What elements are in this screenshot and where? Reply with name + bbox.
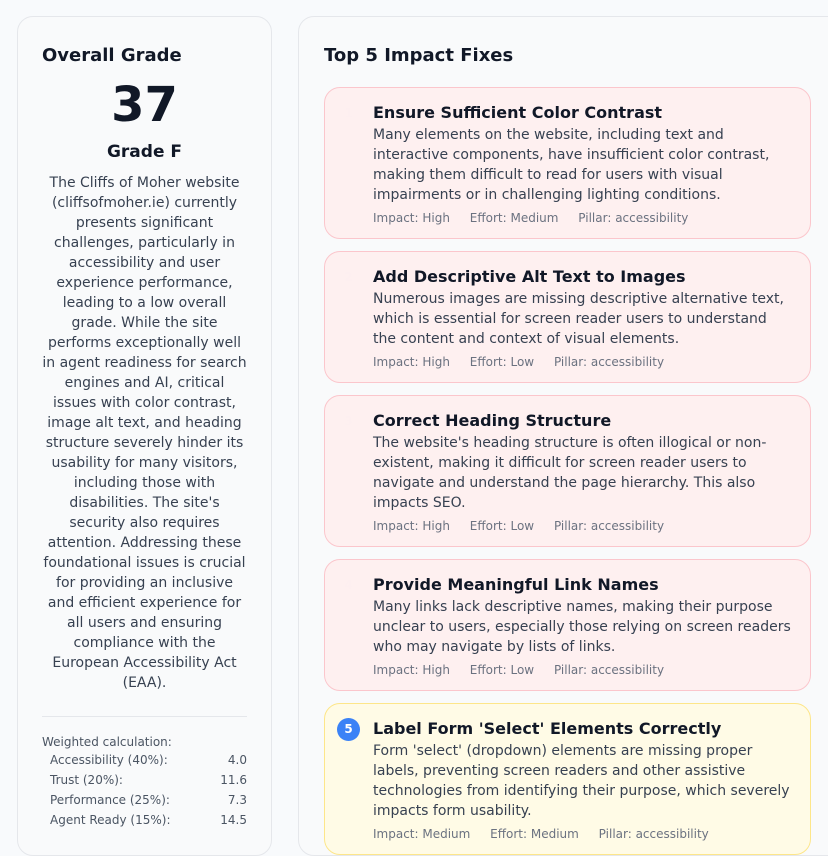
weighted-calculation-title: Weighted calculation: <box>42 735 172 749</box>
fix-description: The website's heading structure is often… <box>373 435 767 511</box>
calc-row-agent-ready: Agent Ready (15%): 14.5 <box>42 810 247 830</box>
fix-number-badge: 5 <box>337 718 360 741</box>
fix-pillar: Pillar: accessibility <box>598 827 709 841</box>
fix-description: Numerous images are missing descriptive … <box>373 291 784 347</box>
weighted-calculation-list: Accessibility (40%): 4.0 Trust (20%): 11… <box>42 750 247 830</box>
fix-meta: Impact: High Effort: Low Pillar: accessi… <box>373 518 794 534</box>
calc-value: 11.6 <box>220 773 247 787</box>
fix-meta: Impact: High Effort: Low Pillar: accessi… <box>373 354 794 370</box>
fix-pillar: Pillar: accessibility <box>578 211 689 225</box>
fix-impact: Impact: High <box>373 355 450 369</box>
calc-value: 4.0 <box>227 753 247 767</box>
calc-row-accessibility: Accessibility (40%): 4.0 <box>42 750 247 770</box>
top-fixes-title: Top 5 Impact Fixes <box>324 45 514 66</box>
calc-label: Performance (25%): <box>50 793 170 807</box>
fix-item-color-contrast[interactable]: 1 Ensure Sufficient Color Contrast Many … <box>324 87 811 239</box>
fix-title: Label Form 'Select' Elements Correctly <box>373 719 722 738</box>
divider <box>42 716 247 717</box>
fix-item-link-names[interactable]: 4 Provide Meaningful Link Names Many lin… <box>324 559 811 691</box>
overall-grade-title: Overall Grade <box>42 45 182 66</box>
fix-meta: Impact: High Effort: Medium Pillar: acce… <box>373 210 794 226</box>
fix-impact: Impact: High <box>373 211 450 225</box>
fix-title: Provide Meaningful Link Names <box>373 575 659 594</box>
fix-title: Correct Heading Structure <box>373 411 612 430</box>
fix-number-badge: 1 <box>344 106 353 120</box>
fix-impact: Impact: High <box>373 663 450 677</box>
calc-row-trust: Trust (20%): 11.6 <box>42 770 247 790</box>
fix-description: Form 'select' (dropdown) elements are mi… <box>373 743 790 819</box>
fix-description: Many links lack descriptive names, makin… <box>373 599 791 655</box>
grade-label: Grade F <box>106 142 183 162</box>
calc-value: 14.5 <box>220 813 247 827</box>
calc-label: Trust (20%): <box>50 773 123 787</box>
calc-value: 7.3 <box>227 793 247 807</box>
top-fixes-card: Top 5 Impact Fixes 1 Ensure Sufficient C… <box>298 16 828 856</box>
fix-effort: Effort: Medium <box>469 211 559 225</box>
fix-meta: Impact: High Effort: Low Pillar: accessi… <box>373 662 794 678</box>
fix-meta: Impact: Medium Effort: Medium Pillar: ac… <box>373 826 794 842</box>
calc-row-performance: Performance (25%): 7.3 <box>42 790 247 810</box>
fix-item-alt-text[interactable]: 2 Add Descriptive Alt Text to Images Num… <box>324 251 811 383</box>
fix-item-heading-structure[interactable]: 3 Correct Heading Structure The website'… <box>324 395 811 547</box>
fix-pillar: Pillar: accessibility <box>553 355 665 369</box>
fix-effort: Effort: Low <box>469 519 535 533</box>
fix-impact: Impact: High <box>373 519 450 533</box>
fix-description: Many elements on the website, including … <box>373 127 770 203</box>
calc-label: Agent Ready (15%): <box>50 813 171 827</box>
fix-effort: Effort: Low <box>469 663 535 677</box>
fix-number-badge: 3 <box>344 414 353 428</box>
fix-effort: Effort: Low <box>469 355 535 369</box>
fix-impact: Impact: Medium <box>373 827 471 841</box>
fix-number-badge: 2 <box>344 270 353 284</box>
fixes-list: 1 Ensure Sufficient Color Contrast Many … <box>324 87 811 855</box>
overall-score: 37 <box>111 77 178 133</box>
fix-title: Add Descriptive Alt Text to Images <box>373 267 686 286</box>
fix-pillar: Pillar: accessibility <box>553 519 665 533</box>
overall-grade-card: Overall Grade 37 Grade F The Cliffs of M… <box>17 16 272 856</box>
fix-effort: Effort: Medium <box>490 827 579 841</box>
grade-summary: The Cliffs of Moher website (cliffsofmoh… <box>42 175 247 691</box>
fix-number-badge: 4 <box>344 578 353 592</box>
calc-label: Accessibility (40%): <box>50 753 168 767</box>
fix-pillar: Pillar: accessibility <box>553 663 665 677</box>
fix-title: Ensure Sufficient Color Contrast <box>373 103 663 122</box>
fix-item-select-labels[interactable]: 5 Label Form 'Select' Elements Correctly… <box>324 703 811 855</box>
